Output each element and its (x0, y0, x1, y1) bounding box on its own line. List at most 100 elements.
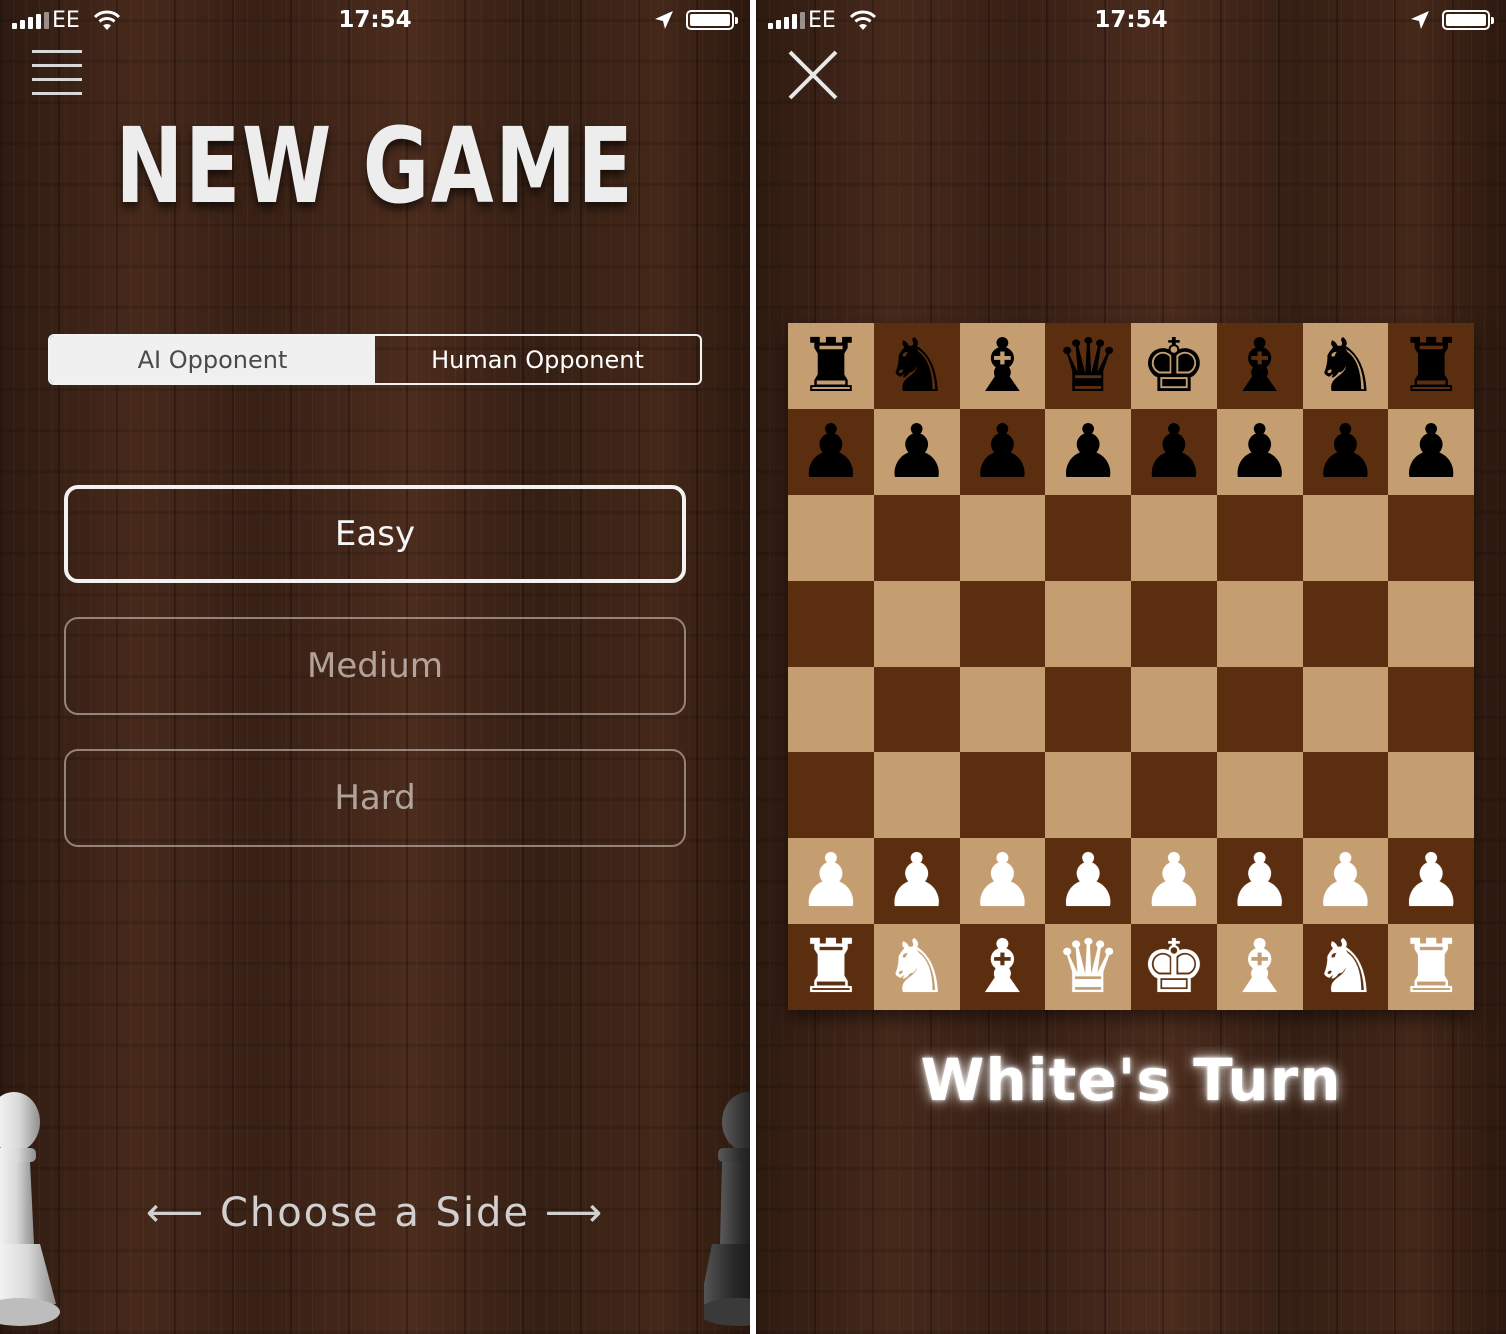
square-c7[interactable]: ♟ (959, 408, 1046, 495)
square-b4[interactable] (873, 666, 960, 753)
square-e1[interactable]: ♚ (1131, 924, 1217, 1010)
square-b3[interactable] (873, 752, 960, 839)
square-c3[interactable] (959, 752, 1046, 839)
square-a1[interactable]: ♜ (788, 924, 874, 1010)
square-b5[interactable] (873, 580, 960, 667)
difficulty-easy-button[interactable]: Easy (64, 485, 686, 583)
square-f7[interactable]: ♟ (1216, 408, 1303, 495)
square-e2[interactable]: ♟ (1131, 838, 1217, 925)
square-c4[interactable] (959, 666, 1046, 753)
square-g7[interactable]: ♟ (1302, 408, 1389, 495)
square-e8[interactable]: ♚ (1131, 323, 1217, 409)
white-pawn-icon[interactable]: ♟ (1055, 844, 1121, 918)
square-a3[interactable] (788, 752, 874, 839)
black-knight-icon[interactable]: ♞ (1312, 329, 1378, 403)
white-rook-icon[interactable]: ♜ (1398, 930, 1464, 1004)
square-e6[interactable] (1131, 494, 1217, 581)
black-king-icon[interactable]: ♚ (1141, 329, 1207, 403)
white-pawn-icon[interactable]: ♟ (1312, 844, 1378, 918)
square-h6[interactable] (1388, 494, 1474, 581)
white-pawn-icon[interactable]: ♟ (883, 844, 949, 918)
black-bishop-icon[interactable]: ♝ (1226, 329, 1292, 403)
square-d1[interactable]: ♛ (1045, 924, 1131, 1010)
square-e3[interactable] (1131, 752, 1217, 839)
white-pawn-icon[interactable]: ♟ (1141, 844, 1207, 918)
black-knight-icon[interactable]: ♞ (883, 329, 949, 403)
square-d5[interactable] (1045, 580, 1131, 667)
square-h5[interactable] (1388, 580, 1474, 667)
black-pawn-icon[interactable]: ♟ (1055, 415, 1121, 489)
square-b8[interactable]: ♞ (873, 323, 960, 409)
square-b6[interactable] (873, 494, 960, 581)
white-bishop-icon[interactable]: ♝ (1226, 930, 1292, 1004)
square-b7[interactable]: ♟ (873, 408, 960, 495)
square-d2[interactable]: ♟ (1045, 838, 1131, 925)
square-a2[interactable]: ♟ (788, 838, 874, 925)
black-pawn-icon[interactable]: ♟ (1226, 415, 1292, 489)
square-h7[interactable]: ♟ (1388, 408, 1474, 495)
square-g4[interactable] (1302, 666, 1389, 753)
square-g6[interactable] (1302, 494, 1389, 581)
square-f2[interactable]: ♟ (1216, 838, 1303, 925)
tab-human-opponent[interactable]: Human Opponent (375, 336, 700, 383)
black-pawn-icon[interactable]: ♟ (1398, 415, 1464, 489)
square-h8[interactable]: ♜ (1388, 323, 1474, 409)
square-c8[interactable]: ♝ (959, 323, 1046, 409)
square-a5[interactable] (788, 580, 874, 667)
white-pawn-icon[interactable]: ♟ (1226, 844, 1292, 918)
square-g2[interactable]: ♟ (1302, 838, 1389, 925)
square-d8[interactable]: ♛ (1045, 323, 1131, 409)
black-pawn-icon[interactable]: ♟ (883, 415, 949, 489)
square-c1[interactable]: ♝ (959, 924, 1046, 1010)
square-c5[interactable] (959, 580, 1046, 667)
square-h3[interactable] (1388, 752, 1474, 839)
white-king-icon[interactable]: ♚ (1141, 930, 1207, 1004)
square-g1[interactable]: ♞ (1302, 924, 1389, 1010)
square-f6[interactable] (1216, 494, 1303, 581)
square-c2[interactable]: ♟ (959, 838, 1046, 925)
close-icon[interactable] (786, 48, 840, 102)
black-pawn-icon[interactable]: ♟ (1312, 415, 1378, 489)
square-e5[interactable] (1131, 580, 1217, 667)
square-b1[interactable]: ♞ (873, 924, 960, 1010)
square-d3[interactable] (1045, 752, 1131, 839)
square-d4[interactable] (1045, 666, 1131, 753)
white-knight-icon[interactable]: ♞ (1312, 930, 1378, 1004)
square-h4[interactable] (1388, 666, 1474, 753)
square-e7[interactable]: ♟ (1131, 408, 1217, 495)
square-f8[interactable]: ♝ (1216, 323, 1303, 409)
square-d7[interactable]: ♟ (1045, 408, 1131, 495)
square-f1[interactable]: ♝ (1216, 924, 1303, 1010)
tab-ai-opponent[interactable]: AI Opponent (50, 336, 375, 383)
difficulty-hard-button[interactable]: Hard (64, 749, 686, 847)
square-b2[interactable]: ♟ (873, 838, 960, 925)
white-pawn-icon[interactable]: ♟ (798, 844, 864, 918)
square-f4[interactable] (1216, 666, 1303, 753)
black-pawn-icon[interactable]: ♟ (969, 415, 1035, 489)
white-rook-icon[interactable]: ♜ (798, 930, 864, 1004)
black-queen-icon[interactable]: ♛ (1055, 329, 1121, 403)
square-f5[interactable] (1216, 580, 1303, 667)
white-pawn-icon[interactable]: ♟ (969, 844, 1035, 918)
square-c6[interactable] (959, 494, 1046, 581)
black-rook-icon[interactable]: ♜ (798, 329, 864, 403)
difficulty-medium-button[interactable]: Medium (64, 617, 686, 715)
square-f3[interactable] (1216, 752, 1303, 839)
black-pawn-icon[interactable]: ♟ (1141, 415, 1207, 489)
square-g5[interactable] (1302, 580, 1389, 667)
hamburger-menu-icon[interactable] (32, 50, 82, 96)
square-g3[interactable] (1302, 752, 1389, 839)
square-h1[interactable]: ♜ (1388, 924, 1474, 1010)
square-a6[interactable] (788, 494, 874, 581)
square-d6[interactable] (1045, 494, 1131, 581)
black-rook-icon[interactable]: ♜ (1398, 329, 1464, 403)
black-pawn-icon[interactable]: ♟ (798, 415, 864, 489)
square-a7[interactable]: ♟ (788, 408, 874, 495)
square-e4[interactable] (1131, 666, 1217, 753)
square-a8[interactable]: ♜ (788, 323, 874, 409)
white-queen-icon[interactable]: ♛ (1055, 930, 1121, 1004)
square-g8[interactable]: ♞ (1302, 323, 1389, 409)
white-bishop-icon[interactable]: ♝ (969, 930, 1035, 1004)
black-bishop-icon[interactable]: ♝ (969, 329, 1035, 403)
white-knight-icon[interactable]: ♞ (883, 930, 949, 1004)
